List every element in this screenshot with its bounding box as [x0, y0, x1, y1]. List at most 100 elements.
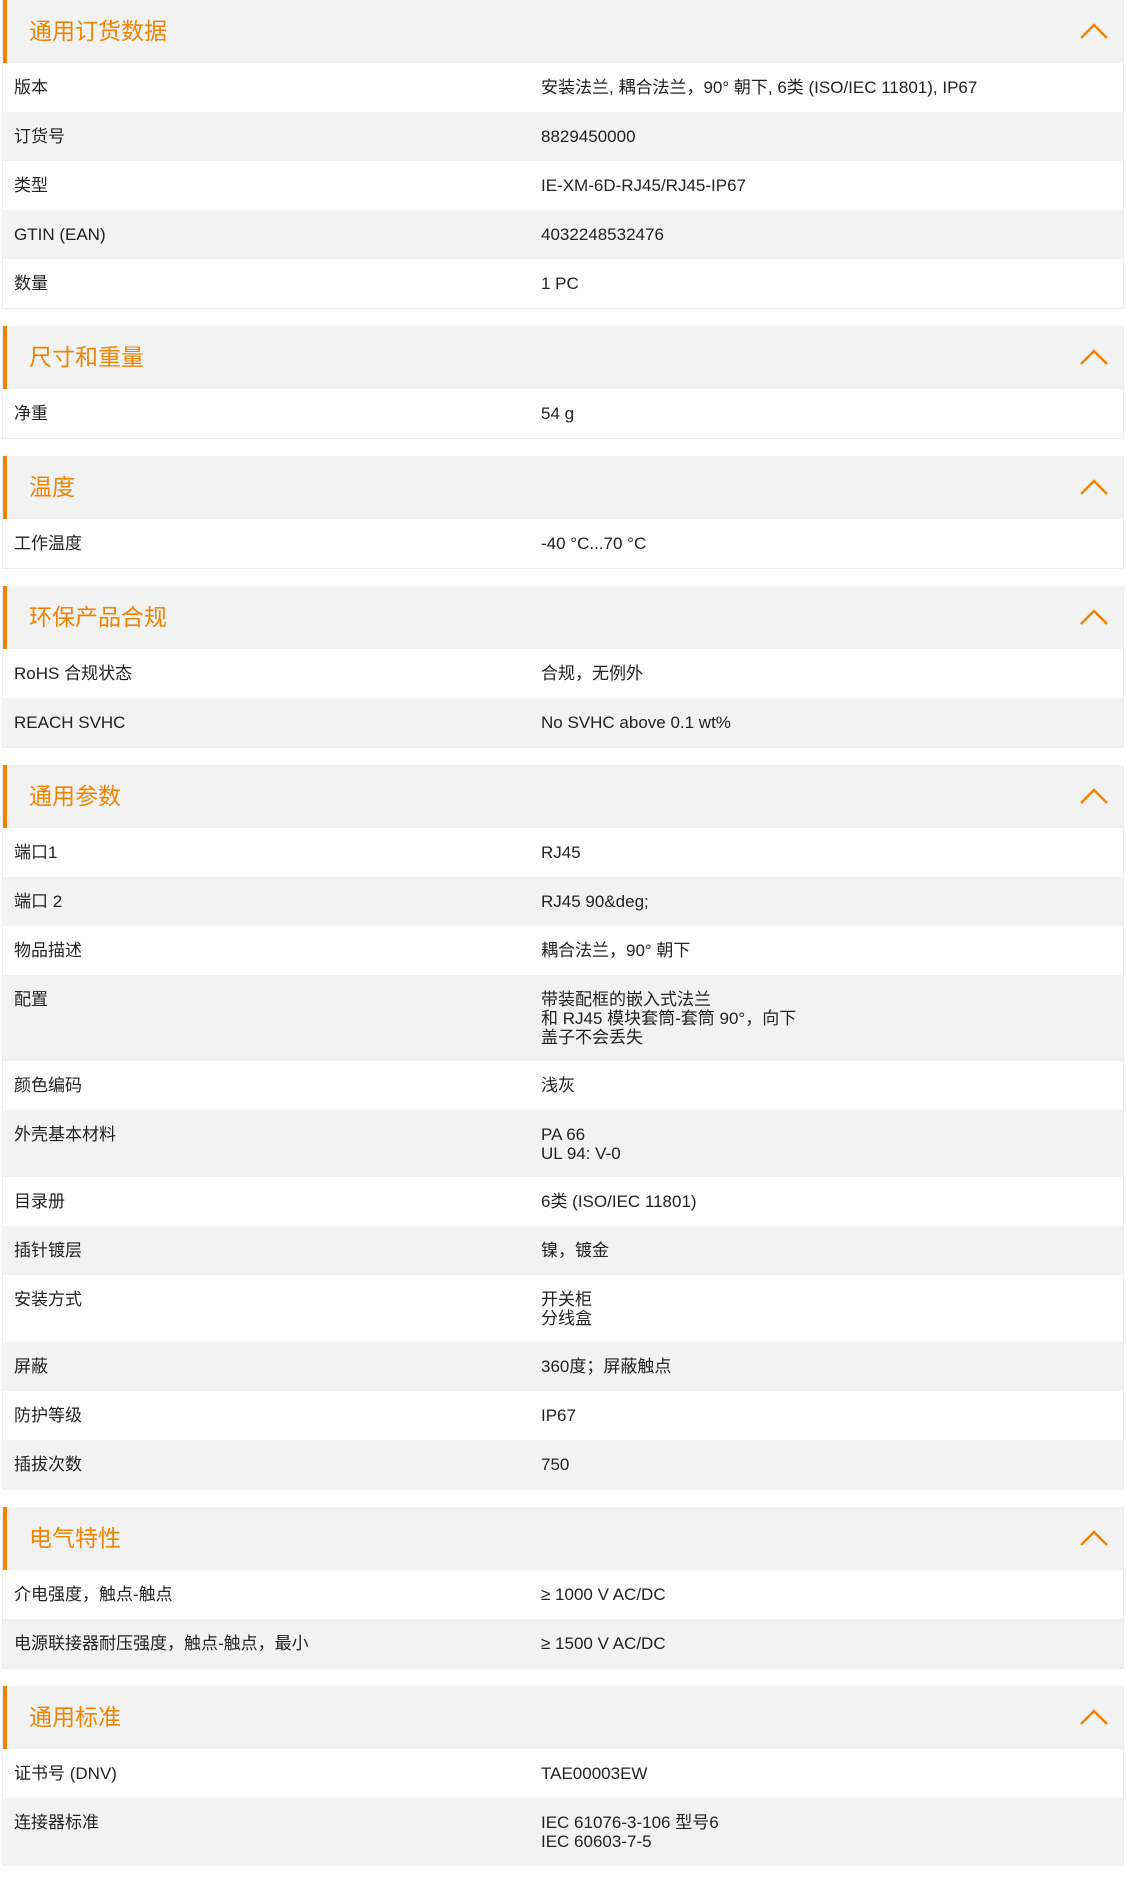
section-header[interactable]: 通用标准: [3, 1686, 1123, 1749]
spec-row: 介电强度，触点-触点 ≥ 1000 V AC/DC: [3, 1570, 1123, 1619]
spec-label: 插针镀层: [14, 1241, 82, 1260]
spec-value: 6类 (ISO/IEC 11801): [541, 1177, 1123, 1226]
spec-value-line: 耦合法兰，90° 朝下: [541, 941, 691, 960]
spec-value-line: 开关柜: [541, 1290, 592, 1309]
spec-label: 数量: [14, 274, 48, 293]
spec-row: 类型 IE-XM-6D-RJ45/RJ45-IP67: [3, 161, 1123, 210]
spec-row: 净重 54 g: [3, 389, 1123, 438]
spec-value-line: 分线盒: [541, 1309, 592, 1328]
spec-value-line: No SVHC above 0.1 wt%: [541, 713, 731, 732]
spec-row: 安装方式 开关柜 分线盒: [3, 1275, 1123, 1342]
spec-label: 物品描述: [14, 941, 82, 960]
spec-label: 介电强度，触点-触点: [14, 1585, 173, 1604]
spec-row: 工作温度 -40 °C...70 °C: [3, 519, 1123, 568]
spec-label: 目录册: [14, 1192, 65, 1211]
spec-row: 外壳基本材料 PA 66 UL 94: V-0: [3, 1110, 1123, 1177]
spec-value: PA 66 UL 94: V-0: [541, 1110, 1123, 1177]
spec-value: ≥ 1000 V AC/DC: [541, 1570, 1123, 1619]
chevron-up-icon[interactable]: [1079, 345, 1109, 369]
spec-label: 外壳基本材料: [14, 1125, 116, 1144]
spec-row: REACH SVHC No SVHC above 0.1 wt%: [3, 698, 1123, 747]
spec-value-line: 4032248532476: [541, 225, 664, 244]
section-title: 通用订货数据: [29, 18, 167, 44]
spec-value-line: IEC 61076-3-106 型号6: [541, 1813, 719, 1832]
spec-label: 颜色编码: [14, 1076, 82, 1095]
spec-value: RJ45: [541, 828, 1123, 877]
spec-value: 8829450000: [541, 112, 1123, 161]
section-header[interactable]: 温度: [3, 456, 1123, 519]
section-title: 电气特性: [29, 1525, 121, 1551]
spec-label: 证书号 (DNV): [14, 1764, 117, 1783]
spec-row: 连接器标准 IEC 61076-3-106 型号6 IEC 60603-7-5: [3, 1798, 1123, 1865]
spec-section: 通用标准证书号 (DNV) TAE00003EW 连接器标准 IEC 61076-3-…: [2, 1686, 1124, 1866]
spec-row: 屏蔽 360度；屏蔽触点: [3, 1342, 1123, 1391]
spec-value-line: TAE00003EW: [541, 1764, 648, 1783]
section-header[interactable]: 尺寸和重量: [3, 326, 1123, 389]
spec-row: 端口 2 RJ45 90&deg;: [3, 877, 1123, 926]
section-title: 温度: [29, 474, 75, 500]
spec-value: 1 PC: [541, 259, 1123, 308]
spec-row: 订货号 8829450000: [3, 112, 1123, 161]
spec-value: 开关柜 分线盒: [541, 1275, 1123, 1342]
section-header[interactable]: 电气特性: [3, 1507, 1123, 1570]
section-header[interactable]: 环保产品合规: [3, 586, 1123, 649]
section-header[interactable]: 通用订货数据: [3, 0, 1123, 63]
spec-row: 物品描述 耦合法兰，90° 朝下: [3, 926, 1123, 975]
spec-label: 安装方式: [14, 1290, 82, 1309]
spec-value-line: 安装法兰, 耦合法兰，90° 朝下, 6类 (ISO/IEC 11801), I…: [541, 78, 978, 97]
section-title: 环保产品合规: [29, 604, 167, 630]
spec-section: 环保产品合规 RoHS 合规状态 合规，无例外 REACH SVHC No SVHC a…: [2, 586, 1124, 748]
spec-label: 配置: [14, 990, 48, 1009]
chevron-up-icon[interactable]: [1079, 1526, 1109, 1550]
section-header[interactable]: 通用参数: [3, 765, 1123, 828]
chevron-up-icon[interactable]: [1079, 784, 1109, 808]
spec-value-line: IP67: [541, 1406, 576, 1425]
spec-value-line: 浅灰: [541, 1076, 575, 1095]
spec-row: 端口1 RJ45: [3, 828, 1123, 877]
spec-value: IEC 61076-3-106 型号6 IEC 60603-7-5: [541, 1798, 1123, 1865]
product-spec-page: 通用订货数据版本 安装法兰, 耦合法兰，90° 朝下, 6类 (ISO/IEC 1…: [0, 0, 1126, 1866]
spec-value: IE-XM-6D-RJ45/RJ45-IP67: [541, 161, 1123, 210]
spec-value-line: UL 94: V-0: [541, 1144, 621, 1163]
spec-value: RJ45 90&deg;: [541, 877, 1123, 926]
spec-row: 电源联接器耐压强度，触点-触点，最小 ≥ 1500 V AC/DC: [3, 1619, 1123, 1668]
section-title: 通用参数: [29, 783, 121, 809]
spec-label: RoHS 合规状态: [14, 664, 133, 683]
section-title: 尺寸和重量: [29, 344, 144, 370]
chevron-up-icon[interactable]: [1079, 605, 1109, 629]
spec-label: 屏蔽: [14, 1357, 48, 1376]
spec-label: 订货号: [14, 127, 65, 146]
spec-value: TAE00003EW: [541, 1749, 1123, 1798]
chevron-up-icon[interactable]: [1079, 475, 1109, 499]
chevron-up-icon[interactable]: [1079, 19, 1109, 43]
spec-value: No SVHC above 0.1 wt%: [541, 698, 1123, 747]
spec-label: 端口 2: [14, 892, 63, 911]
spec-value-line: PA 66: [541, 1125, 586, 1144]
spec-section: 通用订货数据版本 安装法兰, 耦合法兰，90° 朝下, 6类 (ISO/IEC 1…: [2, 0, 1124, 309]
spec-value: 360度；屏蔽触点: [541, 1342, 1123, 1391]
spec-row: 证书号 (DNV) TAE00003EW: [3, 1749, 1123, 1798]
spec-value-line: 镍，镀金: [541, 1241, 609, 1260]
spec-label: 工作温度: [14, 534, 82, 553]
spec-value-line: 750: [541, 1455, 570, 1474]
spec-label: 版本: [14, 78, 48, 97]
spec-label: GTIN (EAN): [14, 225, 106, 244]
chevron-up-icon[interactable]: [1079, 1705, 1109, 1729]
spec-value: 带装配框的嵌入式法兰和 RJ45 模块套筒-套筒 90°，向下 盖子不会丢失: [541, 975, 1123, 1061]
spec-label: 电源联接器耐压强度，触点-触点，最小: [14, 1634, 309, 1653]
spec-value-line: 360度；屏蔽触点: [541, 1357, 672, 1376]
spec-value-line: 54 g: [541, 404, 575, 423]
spec-value-line: 合规，无例外: [541, 664, 643, 683]
spec-row: 版本 安装法兰, 耦合法兰，90° 朝下, 6类 (ISO/IEC 11801),…: [3, 63, 1123, 112]
spec-value-line: IE-XM-6D-RJ45/RJ45-IP67: [541, 176, 747, 195]
spec-section: 通用参数端口1 RJ45 端口 2 RJ45 90&deg; 物品描述 耦合法兰，90° …: [2, 765, 1124, 1490]
spec-value: 合规，无例外: [541, 649, 1123, 698]
spec-row: 数量 1 PC: [3, 259, 1123, 308]
spec-label: 端口1: [14, 843, 58, 862]
spec-row: 目录册 6类 (ISO/IEC 11801): [3, 1177, 1123, 1226]
spec-value-line: 盖子不会丢失: [541, 1028, 643, 1047]
spec-section: 温度工作温度 -40 °C...70 °C: [2, 456, 1124, 569]
spec-value-line: 带装配框的嵌入式法兰: [541, 990, 711, 1009]
spec-label: REACH SVHC: [14, 713, 126, 732]
spec-row: 颜色编码 浅灰: [3, 1061, 1123, 1110]
